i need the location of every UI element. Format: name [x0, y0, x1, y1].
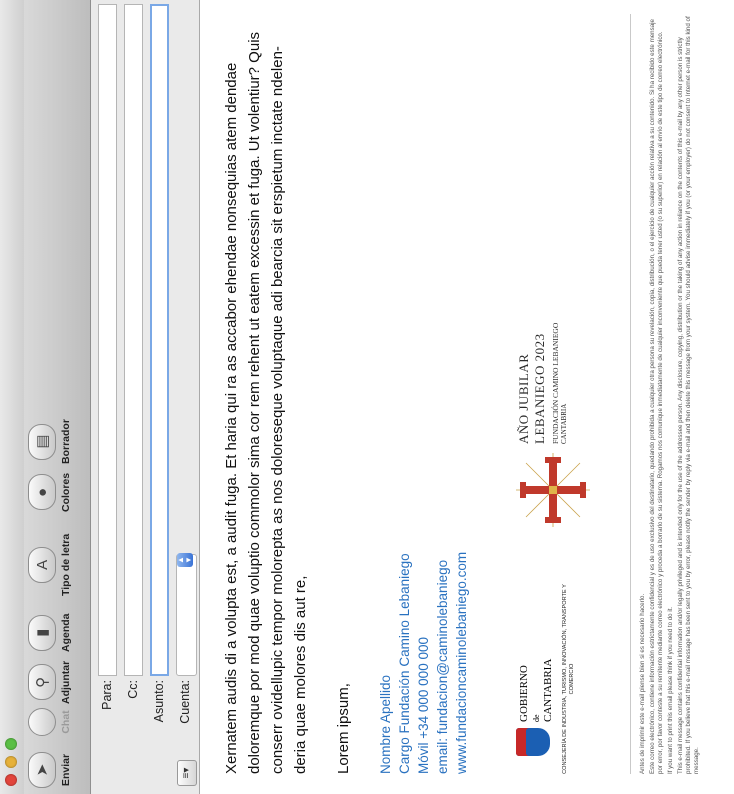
body-paragraph: Xernatem audis di a volupta est, a audit… — [223, 31, 309, 774]
signature-email: email: fundacion@caminolebaniego — [435, 559, 450, 774]
signature-role: Cargo Fundación Camino Lebaniego — [397, 553, 412, 774]
select-arrows-icon[interactable]: ▲ ▼ — [176, 553, 193, 567]
body-closing: Lorem ipsum, — [335, 683, 352, 774]
cantabria-crest-icon — [516, 728, 550, 756]
paperclip-icon: ⚲ — [28, 664, 56, 701]
gob-de-text: de — [532, 714, 541, 722]
to-label: Para: — [100, 680, 114, 710]
gobierno-cantabria-logo: GOBIERNO de CANTABRIA CONSEJERÍA DE INDU… — [510, 584, 590, 774]
signature: Nombre Apellido Cargo Fundación Camino L… — [376, 552, 471, 774]
lebaniego-cross-icon — [516, 453, 590, 527]
attach-label: Adjuntar — [60, 660, 72, 704]
ajl-line1: AÑO JUBILAR — [516, 353, 531, 444]
options-menu-icon[interactable]: ≡▾ — [177, 760, 197, 786]
attach-button[interactable]: ⚲ Adjuntar — [28, 661, 72, 704]
ajl-line2: LEBANIEGO 2023 — [532, 333, 547, 444]
cc-row: Cc: — [123, 0, 145, 794]
gob-line2: CANTABRIA — [542, 658, 554, 722]
subject-row: Asunto: — [149, 0, 171, 794]
disclaimer-es-2: Este correo electrónico, contiene inform… — [649, 19, 664, 774]
address-book-icon: ▮ — [28, 614, 56, 651]
legal-disclaimer: Antes de imprimir este e-mail piense bie… — [630, 14, 703, 774]
send-label: Enviar — [60, 753, 72, 787]
font-label: Tipo de letra — [60, 533, 72, 596]
agenda-label: Agenda — [60, 613, 72, 652]
agenda-button[interactable]: ▮ Agenda — [28, 613, 72, 652]
mail-compose-window: ➤ Enviar Chat ⚲ Adjuntar ▮ Agenda A Tipo… — [0, 0, 734, 794]
disclaimer-es-1: Antes de imprimir este e-mail piense bie… — [639, 593, 646, 774]
color-wheel-icon: ● — [28, 474, 56, 511]
consejeria-text: CONSEJERÍA DE INDUSTRIA, TURISMO, INNOVA… — [562, 584, 575, 774]
zoom-window-icon[interactable] — [5, 738, 17, 750]
draft-label: Borrador — [60, 419, 72, 464]
toolbar: ➤ Enviar Chat ⚲ Adjuntar ▮ Agenda A Tipo… — [24, 0, 91, 794]
chat-label: Chat — [60, 710, 72, 734]
account-label: Cuenta: — [178, 680, 192, 724]
chat-icon — [28, 708, 56, 736]
account-select[interactable] — [176, 554, 197, 676]
message-body[interactable]: Xernatem audis di a volupta est, a audit… — [220, 14, 355, 774]
signature-name: Nombre Apellido — [378, 674, 393, 774]
to-field[interactable] — [98, 4, 117, 676]
cc-label: Cc: — [126, 680, 140, 699]
cc-field[interactable] — [124, 4, 143, 676]
subject-field[interactable] — [150, 4, 169, 676]
close-window-icon[interactable] — [5, 774, 17, 786]
disclaimer-en-1: If you want to print this email please t… — [667, 606, 674, 774]
minimize-window-icon[interactable] — [5, 756, 17, 768]
header-fields: Para: Cc: Asunto: ≡▾ Cuenta: ▲ ▼ — [91, 0, 200, 794]
draft-button[interactable]: ▤ Borrador — [28, 419, 72, 464]
gob-line1-text: GOBIERNO — [518, 665, 530, 722]
ajl-line3: FUNDACIÓN CAMINO LEBANIEGO — [551, 322, 560, 444]
font-button[interactable]: A Tipo de letra — [28, 534, 72, 596]
to-row: Para: — [97, 0, 119, 794]
colors-button[interactable]: ● Colores — [28, 473, 72, 512]
chat-button: Chat — [28, 708, 72, 736]
colors-label: Colores — [60, 472, 72, 512]
send-icon: ➤ — [28, 752, 56, 788]
signature-web: www.fundacioncaminolebaniego.com — [454, 551, 469, 774]
account-row: ≡▾ Cuenta: ▲ ▼ — [175, 0, 197, 794]
disclaimer-en-2: This e-mail message contains confidentia… — [677, 16, 700, 774]
subject-label: Asunto: — [152, 680, 166, 723]
send-button[interactable]: ➤ Enviar — [28, 752, 72, 788]
font-icon: A — [28, 546, 56, 583]
draft-icon: ▤ — [28, 423, 56, 460]
signature-phone: Móvil +34 000 000 000 — [416, 637, 431, 774]
title-bar — [0, 0, 25, 794]
gob-line1: GOBIERNO de — [518, 665, 542, 722]
ajl-line4: CANTABRIA — [560, 403, 568, 444]
ano-jubilar-logo: AÑO JUBILAR LEBANIEGO 2023 FUNDACIÓN CAM… — [516, 323, 568, 444]
logos-area: GOBIERNO de CANTABRIA CONSEJERÍA DE INDU… — [510, 14, 610, 774]
